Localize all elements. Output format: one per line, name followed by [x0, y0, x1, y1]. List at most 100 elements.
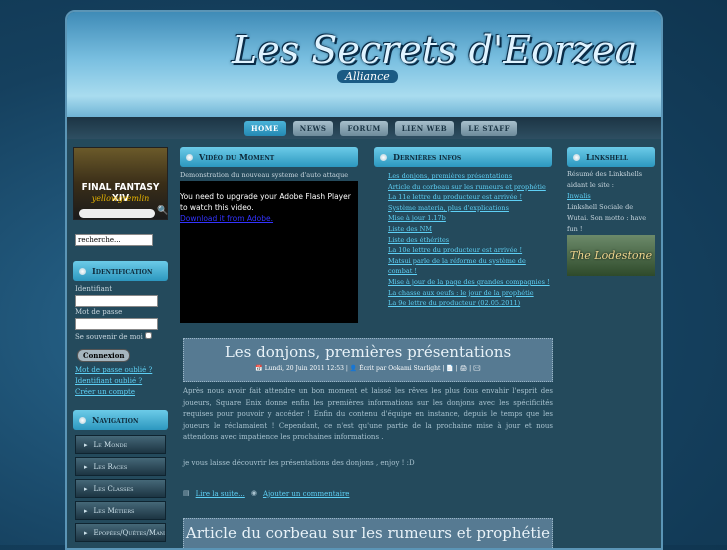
- nav-les-races[interactable]: ▸ Les Races: [75, 457, 166, 476]
- article-2-header: Article du corbeau sur les rumeurs et pr…: [183, 518, 553, 550]
- document-icon: ▤: [183, 489, 190, 500]
- nav-epopees[interactable]: ▸ Epopées/Quêtes/Mandats: [75, 523, 166, 542]
- pdf-icon[interactable]: 📄: [446, 365, 453, 372]
- tab-lien-web[interactable]: LIEN WEB: [395, 121, 454, 136]
- main-nav: HOME NEWS FORUM LIEN WEB LE STAFF: [67, 117, 661, 139]
- article-2-title[interactable]: Article du corbeau sur les rumeurs et pr…: [186, 524, 550, 542]
- username-label: Identifiant: [75, 284, 166, 295]
- latest-item-link[interactable]: La chasse aux oeufs : le jour de la prop…: [388, 288, 552, 299]
- latest-item-link[interactable]: Mise à jour 1.17b: [388, 213, 552, 224]
- read-more-link[interactable]: Lire la suite...: [196, 489, 245, 500]
- lodestone-banner[interactable]: The Lodestone: [567, 235, 655, 276]
- latest-item-link[interactable]: La 9e lettre du producteur (02.05.2011): [388, 298, 552, 309]
- create-account-link[interactable]: Créer un compte: [75, 387, 166, 398]
- article: Les donjons, premières présentations 📅 L…: [183, 338, 553, 550]
- tab-home[interactable]: HOME: [244, 121, 286, 136]
- nav-label: Les Races: [94, 463, 128, 471]
- username-input[interactable]: [75, 295, 158, 307]
- latest-item-link[interactable]: Les donjons, premières présentations: [388, 171, 552, 182]
- latest-list: Les donjons, premières présentationsArti…: [374, 167, 552, 309]
- password-input[interactable]: [75, 318, 158, 330]
- bullet-icon: [573, 154, 580, 161]
- arrow-right-icon: ▸: [84, 485, 88, 493]
- calendar-icon: 📅: [255, 365, 262, 372]
- tab-forum[interactable]: FORUM: [340, 121, 387, 136]
- latest-item-link[interactable]: Article du corbeau sur les rumeurs et pr…: [388, 182, 552, 193]
- arrow-right-icon: ▸: [84, 463, 88, 471]
- article-header: Les donjons, premières présentations 📅 L…: [183, 338, 553, 382]
- email-icon[interactable]: ✉: [473, 365, 481, 372]
- linkshell-link[interactable]: Inwalis: [567, 191, 655, 202]
- linkshell-intro: Résumé des Linkshells aidant le site :: [567, 169, 655, 191]
- login-button[interactable]: Connexion: [77, 349, 130, 362]
- search-input[interactable]: [75, 234, 153, 246]
- navigation-header: Navigation: [73, 410, 168, 430]
- bullet-icon: [186, 154, 193, 161]
- navigation-menu: ▸ Le Monde ▸ Les Races ▸ Les Classes ▸ Les M…: [73, 430, 168, 547]
- nav-les-metiers[interactable]: ▸ Les Métiers: [75, 501, 166, 520]
- nav-le-monde[interactable]: ▸ Le Monde: [75, 435, 166, 454]
- article-title[interactable]: Les donjons, premières présentations: [184, 343, 552, 361]
- video-title: Vidéo du Moment: [199, 152, 274, 162]
- nav-label: Le Monde: [94, 441, 128, 449]
- nav-label: Les Classes: [94, 485, 134, 493]
- forgot-password-link[interactable]: Mot de passe oublié ?: [75, 365, 166, 376]
- bullet-icon: [380, 154, 387, 161]
- article-date: Lundi, 20 Juin 2011 12:53: [265, 365, 344, 372]
- latest-item-link[interactable]: Matsui parle de la réforme du système de…: [388, 256, 552, 277]
- remember-label: Se souvenir de moi: [75, 333, 143, 341]
- bullet-icon: [79, 268, 86, 275]
- latest-header: Dernières infos: [374, 147, 552, 167]
- latest-news-module: Dernières infos Les donjons, premières p…: [374, 147, 552, 309]
- tab-le-staff[interactable]: LE STAFF: [461, 121, 517, 136]
- bullet-icon: [79, 417, 86, 424]
- login-form: Identifiant Mot de passe Se souvenir de …: [73, 281, 168, 401]
- video-player[interactable]: You need to upgrade your Adobe Flash Pla…: [180, 181, 358, 323]
- video-caption: Demonstration du nouveau systeme d'auto …: [180, 170, 358, 181]
- left-column: FINAL FANTASY XIV yellowgremlin 🔍 Identi…: [73, 147, 168, 547]
- nav-label: Epopées/Quêtes/Mandats: [94, 529, 166, 537]
- print-icon[interactable]: 🖨: [460, 365, 468, 372]
- latest-item-link[interactable]: Système materia, plus d'explications: [388, 203, 552, 214]
- navigation-title: Navigation: [92, 415, 138, 425]
- site-logo-subtitle: Alliance: [337, 70, 398, 83]
- forgot-username-link[interactable]: Identifiant oublié ?: [75, 376, 166, 387]
- banner-subtitle: yellowgremlin: [74, 194, 167, 203]
- site-header: Les Secrets d'Eorzea Alliance: [67, 12, 661, 117]
- site-logo[interactable]: Les Secrets d'Eorzea: [232, 28, 637, 72]
- video-module: Vidéo du Moment Demonstration du nouveau…: [180, 147, 358, 323]
- linkshell-desc: Linkshell Sociale de Wutai. Son motto : …: [567, 202, 655, 235]
- nav-label: Les Métiers: [94, 507, 135, 515]
- login-title: Identification: [92, 266, 152, 276]
- linkshell-module: Linkshell Résumé des Linkshells aidant l…: [567, 147, 655, 276]
- nav-les-classes[interactable]: ▸ Les Classes: [75, 479, 166, 498]
- linkshell-title: Linkshell: [586, 152, 628, 162]
- latest-item-link[interactable]: Liste des NM: [388, 224, 552, 235]
- user-icon: 👤: [350, 365, 357, 372]
- arrow-right-icon: ▸: [84, 507, 88, 515]
- latest-item-link[interactable]: La 11e lettre du producteur est arrivée …: [388, 192, 552, 203]
- video-header: Vidéo du Moment: [180, 147, 358, 167]
- linkshell-header: Linkshell: [567, 147, 655, 167]
- latest-title: Dernières infos: [393, 152, 461, 162]
- banner-search-field[interactable]: [79, 209, 155, 218]
- tab-news[interactable]: NEWS: [293, 121, 334, 136]
- latest-item-link[interactable]: Mise à jour de la page des grandes compa…: [388, 277, 552, 288]
- arrow-right-icon: ▸: [84, 529, 88, 537]
- flash-download-link[interactable]: Download it from Adobe.: [180, 214, 273, 223]
- page-frame: Les Secrets d'Eorzea Alliance HOME NEWS …: [65, 10, 663, 550]
- comment-icon: ◉: [251, 489, 257, 500]
- login-header: Identification: [73, 261, 168, 281]
- remember-checkbox[interactable]: [145, 332, 152, 339]
- arrow-right-icon: ▸: [84, 441, 88, 449]
- magnifier-icon[interactable]: 🔍: [157, 206, 168, 216]
- article-paragraph-2: je vous laisse découvrir les présentatio…: [183, 459, 553, 467]
- ffxiv-banner: FINAL FANTASY XIV yellowgremlin 🔍: [73, 147, 168, 220]
- password-label: Mot de passe: [75, 307, 166, 318]
- article-paragraph: Après nous avoir fait attendre un bon mo…: [183, 386, 553, 444]
- article-author: Écrit par Ookami Starlight: [359, 365, 440, 372]
- latest-item-link[interactable]: La 10e lettre du producteur est arrivée …: [388, 245, 552, 256]
- flash-message: You need to upgrade your Adobe Flash Pla…: [180, 191, 358, 213]
- latest-item-link[interactable]: Liste des éthérites: [388, 235, 552, 246]
- add-comment-link[interactable]: Ajouter un commentaire: [263, 489, 350, 500]
